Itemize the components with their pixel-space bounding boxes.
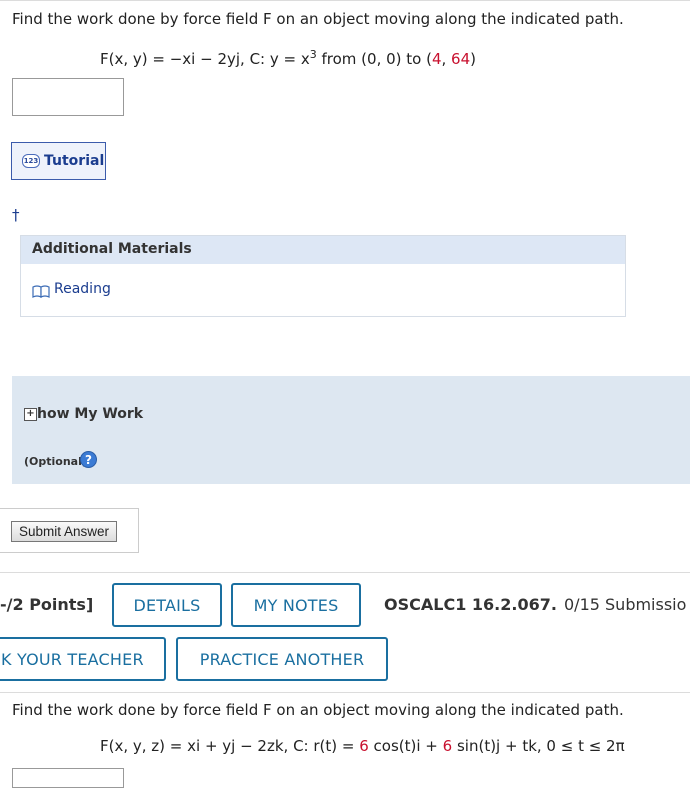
show-my-work-toggle[interactable]: + how My Work	[24, 406, 143, 422]
question-prompt: Find the work done by force field F on a…	[12, 10, 624, 28]
show-my-work-panel	[12, 376, 690, 484]
tutorial-button[interactable]: 123 Tutorial	[11, 142, 106, 180]
points-label: -/2 Points]	[0, 595, 94, 614]
show-my-work-title: how My Work	[37, 406, 144, 422]
equation2-coef-1: 6	[359, 737, 369, 755]
question-equation: F(x, y) = −xi − 2yj, C: y = x3 from (0, …	[100, 48, 476, 68]
top-divider	[0, 0, 690, 1]
optional-label: (Optional)	[24, 455, 87, 468]
equation-y-end: 64	[451, 50, 471, 68]
question2-prompt: Find the work done by force field F on a…	[12, 701, 624, 719]
question2-equation: F(x, y, z) = xi + yj − 2zk, C: r(t) = 6 …	[100, 737, 625, 755]
tutorial-icon: 123	[22, 154, 40, 168]
question-id: OSCALC1 16.2.067.	[384, 595, 557, 614]
equation2-part-a: F(x, y, z) = xi + yj − 2zk, C: r(t) =	[100, 737, 360, 755]
book-icon	[32, 283, 50, 298]
equation-x-end: 4	[431, 50, 442, 68]
equation-exponent: 3	[309, 48, 317, 61]
tutorial-label: Tutorial	[44, 153, 105, 169]
equation-comma: ,	[441, 50, 452, 68]
my-notes-button[interactable]: MY NOTES	[231, 583, 361, 627]
reading-link[interactable]: Reading	[32, 281, 111, 298]
equation2-part-b: cos(t)i +	[368, 737, 443, 755]
submission-count: 0/15 Submissio	[564, 595, 687, 614]
additional-materials-title: Additional Materials	[32, 241, 192, 257]
submit-answer-button[interactable]: Submit Answer	[11, 521, 118, 542]
reading-label: Reading	[54, 281, 111, 297]
equation-mid: from (0, 0) to (	[316, 50, 432, 68]
equation-close: )	[470, 50, 476, 68]
ask-teacher-button[interactable]: K YOUR TEACHER	[0, 637, 166, 681]
details-button[interactable]: DETAILS	[112, 583, 222, 627]
answer-input[interactable]	[12, 78, 124, 116]
equation2-coef-2: 6	[442, 737, 453, 755]
answer-input-2[interactable]	[12, 768, 124, 788]
practice-another-button[interactable]: PRACTICE ANOTHER	[176, 637, 388, 681]
help-icon[interactable]: ?	[80, 451, 97, 468]
equation2-part-c: sin(t)j + tk, 0 ≤ t ≤ 2π	[452, 737, 625, 755]
expand-plus-icon: +	[24, 407, 37, 421]
dagger-mark: †	[12, 206, 20, 224]
equation-lhs: F(x, y) = −xi − 2yj, C: y = x	[100, 50, 310, 68]
question-divider-2	[0, 692, 690, 693]
question-divider	[0, 572, 690, 573]
